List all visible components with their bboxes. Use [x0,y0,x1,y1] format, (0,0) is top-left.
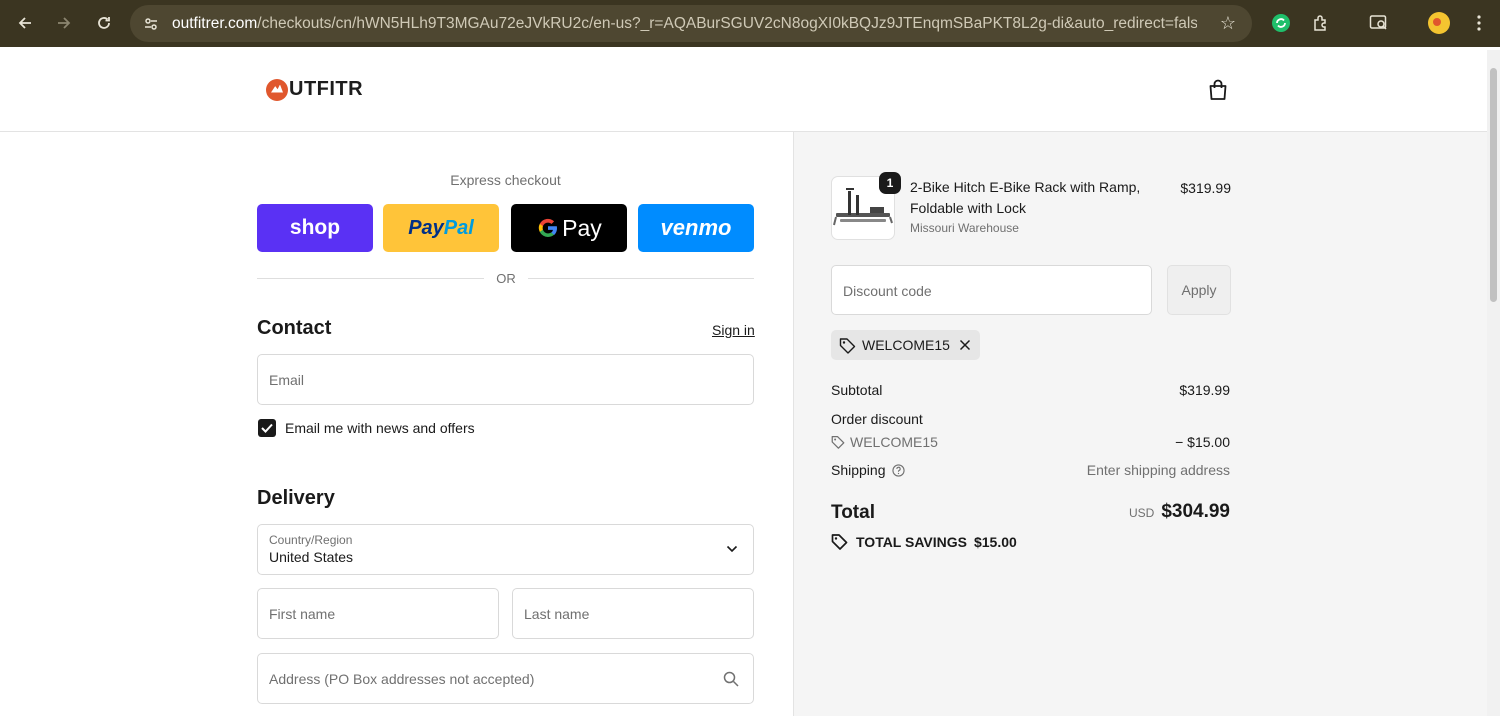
checkout-form: Express checkout shop Pay Pal Pay venmo O… [0,132,793,716]
reload-icon[interactable] [84,3,124,43]
shop-pay-label: shop [289,216,341,239]
extension-icon[interactable] [1266,8,1296,38]
first-name-placeholder: First name [269,606,336,622]
savings-value: $15.00 [973,533,1017,550]
contact-heading: Contact [257,317,332,339]
total-label: Total [831,502,875,523]
shop-pay-button[interactable]: shop [257,204,373,252]
last-name-placeholder: Last name [524,606,590,622]
chevron-down-icon [726,545,738,553]
total-value: $304.99 [1161,501,1230,522]
paypal-label-pay: Pay [408,216,444,239]
url-text: outfitrer.com/checkouts/cn/hWN5HLh9T3MGA… [172,14,1197,32]
forward-icon[interactable] [44,3,84,43]
google-pay-button[interactable]: Pay [511,204,627,252]
venmo-button[interactable]: venmo [638,204,754,252]
first-name-field[interactable]: First name [257,588,499,639]
venmo-label: venmo [660,215,732,240]
subtotal-value: $319.99 [1179,382,1230,398]
country-select[interactable]: Country/Region United States [257,524,754,575]
logo-mountain-icon [266,78,288,101]
subtotal-label: Subtotal [831,382,883,398]
tag-icon [839,337,856,354]
savings-label: TOTAL SAVINGS [856,533,967,550]
scrollbar-thumb[interactable] [1490,68,1497,302]
product-name: 2-Bike Hitch E-Bike Rack with Ramp, Fold… [910,179,1141,216]
paypal-button[interactable]: Pay Pal [383,204,499,252]
email-field[interactable]: Email [257,354,754,405]
apply-discount-button[interactable]: Apply [1167,265,1231,315]
applied-discount-code: WELCOME15 [862,337,950,353]
product-price: $319.99 [1180,180,1231,196]
country-value: United States [269,549,354,565]
shipping-value: Enter shipping address [1086,462,1230,478]
last-name-field[interactable]: Last name [512,588,754,639]
quantity-badge: 1 [879,172,901,194]
delivery-heading: Delivery [257,487,335,509]
order-discount-code: WELCOME15 [850,434,938,450]
help-icon[interactable] [891,463,905,477]
tab-search-icon[interactable] [1364,8,1394,38]
discount-tag-icon [831,436,845,449]
google-g-icon [539,218,558,238]
search-icon[interactable] [723,671,739,687]
newsletter-checkbox[interactable] [258,419,276,437]
address-placeholder: Address (PO Box addresses not accepted) [269,671,535,687]
total-savings: TOTAL SAVINGS $15.00 [831,533,1017,550]
site-info-icon[interactable] [136,9,166,39]
back-icon[interactable] [5,3,45,43]
newsletter-label[interactable]: Email me with news and offers [285,420,475,436]
extensions-puzzle-icon[interactable] [1306,8,1336,38]
total-amount: USD $304.99 [1129,501,1230,523]
browser-menu-icon[interactable] [1464,8,1494,38]
order-discount-label: Order discount [831,411,923,427]
total-currency: USD [1128,506,1155,520]
shopping-bag-icon[interactable] [1208,79,1228,101]
remove-discount-icon[interactable] [959,339,971,351]
profile-avatar-icon[interactable] [1424,8,1454,38]
store-header: UTFITR [0,50,1487,132]
sign-in-link[interactable]: Sign in [712,322,755,338]
product-variant: Missouri Warehouse [910,221,1019,235]
applied-discount-chip: WELCOME15 [831,330,980,360]
country-label: Country/Region [269,533,353,547]
or-divider-label: OR [484,271,528,286]
express-checkout-title: Express checkout [450,172,561,188]
page-scrollbar[interactable] [1487,50,1500,716]
store-logo[interactable]: UTFITR [266,78,363,101]
browser-toolbar: outfitrer.com/checkouts/cn/hWN5HLh9T3MGA… [0,0,1500,47]
shipping-label: Shipping [831,462,886,478]
discount-code-placeholder: Discount code [843,283,932,299]
email-placeholder: Email [269,372,305,388]
checkout-page: UTFITR Express checkout shop Pay Pal Pay … [0,50,1487,716]
checkmark-icon [261,423,273,433]
order-discount-value: − $15.00 [1175,434,1230,450]
address-field[interactable]: Address (PO Box addresses not accepted) [257,653,754,704]
savings-tag-icon [831,534,848,550]
order-discount-code-row: WELCOME15 [831,434,938,450]
paypal-label-pal: Pal [443,216,474,239]
google-pay-label: Pay [562,214,602,241]
discount-code-field[interactable]: Discount code [831,265,1152,315]
order-summary: 1 2-Bike Hitch E-Bike Rack with Ramp, Fo… [793,132,1487,716]
logo-text: UTFITR [289,78,364,100]
address-bar[interactable]: outfitrer.com/checkouts/cn/hWN5HLh9T3MGA… [130,5,1252,42]
shipping-row: Shipping [831,462,905,478]
bookmark-star-icon[interactable]: ☆ [1220,13,1236,34]
